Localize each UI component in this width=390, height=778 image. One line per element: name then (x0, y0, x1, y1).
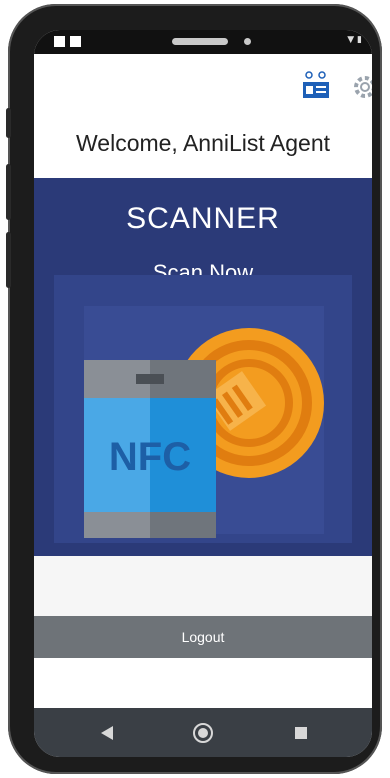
volume-up-button (6, 164, 11, 220)
system-nav-bar (34, 708, 372, 757)
recents-square-icon[interactable] (286, 718, 316, 748)
nfc-label: NFC (109, 435, 191, 479)
speaker-grille (172, 38, 228, 45)
profile-card-icon[interactable] (302, 70, 330, 100)
front-camera (244, 38, 251, 45)
notification-icon (54, 36, 65, 47)
app-screen: ▼ ▮ Welcome, AnniList Agent SCANNER Scan… (34, 30, 372, 757)
scanner-title: SCANNER (126, 202, 280, 235)
side-button (6, 108, 11, 138)
scanner-panel[interactable]: SCANNER Scan Now NFC (34, 178, 372, 556)
home-circle-icon[interactable] (188, 718, 218, 748)
volume-down-button (6, 232, 11, 288)
nfc-scan-illustration[interactable]: NFC (84, 328, 324, 538)
notification-icon (70, 36, 81, 47)
back-triangle-icon[interactable] (92, 718, 122, 748)
battery-icon: ▼ ▮ (347, 35, 362, 45)
status-bar: ▼ ▮ (34, 30, 372, 54)
logout-button[interactable]: Logout (34, 616, 372, 658)
welcome-text: Welcome, AnniList Agent (76, 130, 330, 156)
spacer (34, 556, 372, 616)
gear-icon[interactable] (352, 74, 372, 100)
